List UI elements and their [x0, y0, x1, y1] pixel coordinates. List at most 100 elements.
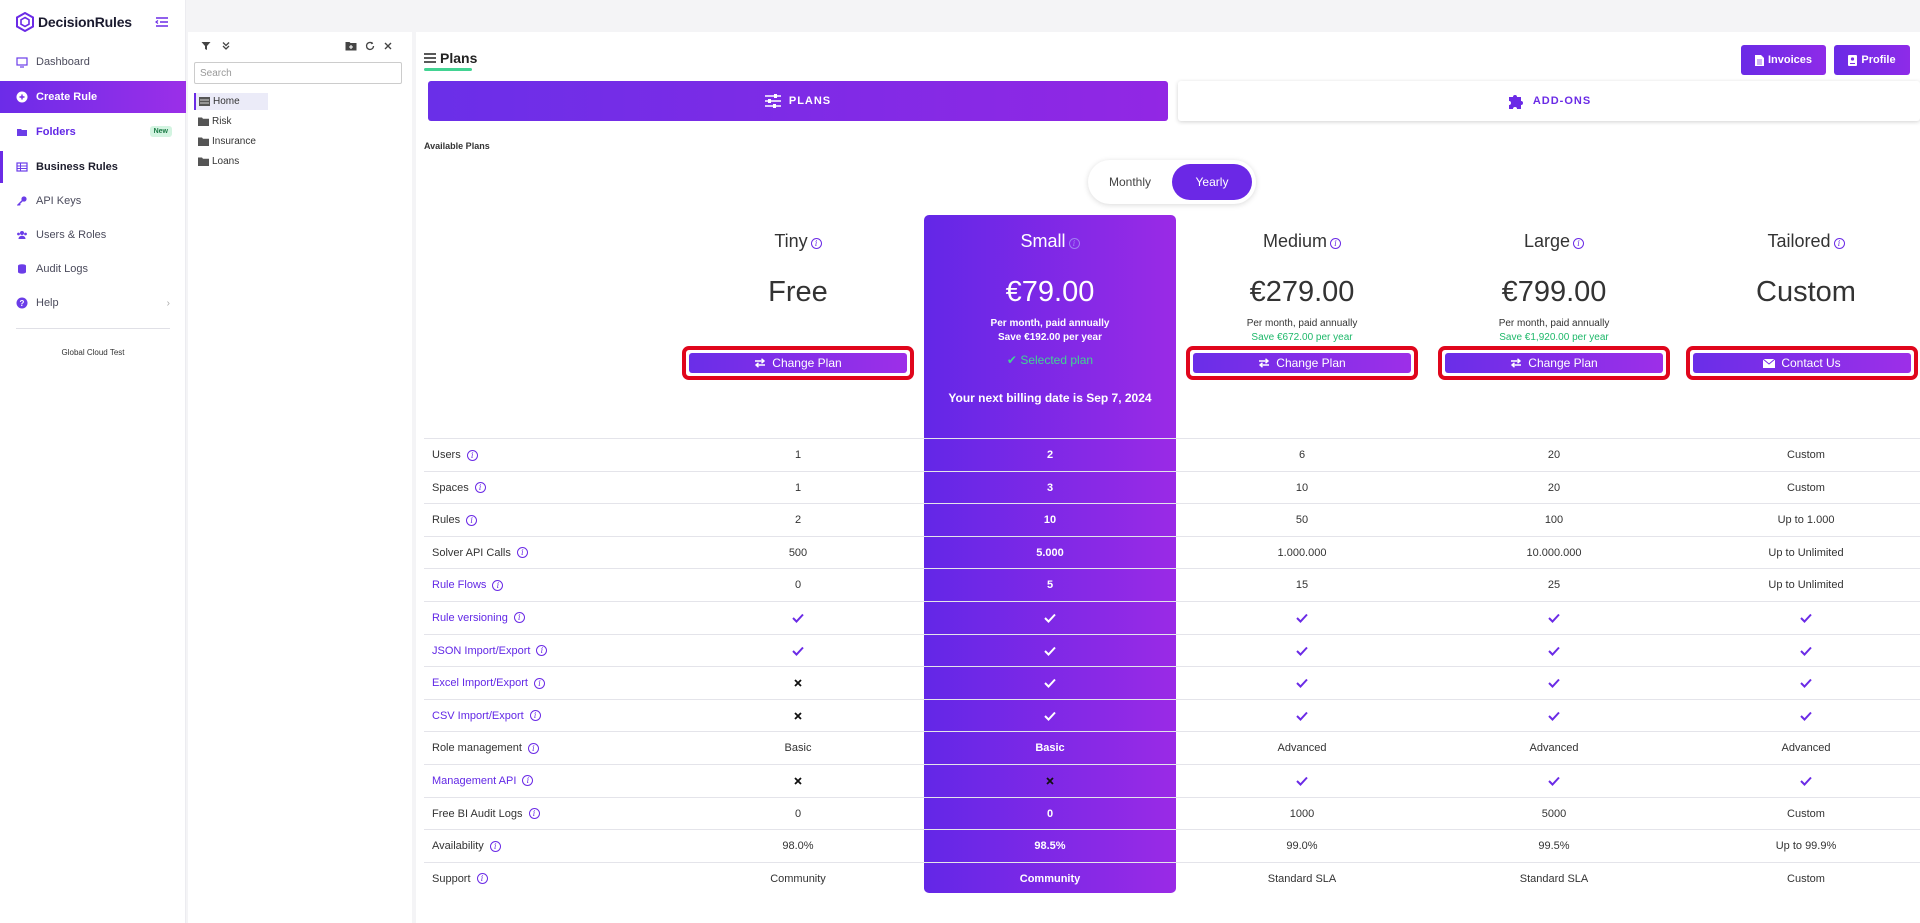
feature-value: Basic — [1035, 742, 1065, 755]
nav-help[interactable]: ? Help › — [0, 287, 186, 319]
tree-item-risk[interactable]: Risk — [194, 113, 231, 130]
selected-plan-label: Selected plan — [1020, 353, 1094, 367]
feature-row: Spaces i 1 3 10 20 Custom — [424, 470, 1920, 504]
profile-button[interactable]: Profile — [1834, 45, 1910, 75]
feature-row: Management API i — [424, 763, 1920, 797]
feature-label[interactable]: JSON Import/Export i — [432, 635, 548, 667]
cross-icon — [924, 765, 1176, 797]
close-icon[interactable] — [382, 40, 394, 52]
feature-label[interactable]: Management API i — [432, 765, 534, 797]
feature-value: Advanced — [1781, 742, 1831, 755]
plan-name-large: Large i — [1428, 231, 1680, 252]
info-icon[interactable]: i — [474, 482, 486, 494]
nav-audit-logs[interactable]: Audit Logs — [0, 253, 186, 285]
feature-value: 1000 — [1289, 807, 1315, 820]
feature-row: Availability i 98.0% 98.5% 99.0% 99.5% Up to 9… — [424, 829, 1920, 862]
info-icon[interactable]: i — [513, 612, 525, 624]
refresh-icon[interactable] — [364, 40, 376, 52]
nav-api-keys[interactable]: API Keys — [0, 185, 186, 217]
feature-value: 6 — [1298, 449, 1306, 461]
feature-value: 10 — [1043, 514, 1057, 527]
folder-icon — [198, 117, 209, 126]
info-icon[interactable]: i — [810, 238, 822, 249]
tree-item-loans[interactable]: Loans — [194, 153, 239, 170]
change-plan-button-large[interactable]: Change Plan — [1445, 353, 1663, 373]
feature-value: 25 — [1547, 579, 1561, 592]
feature-value: Custom — [1787, 872, 1825, 885]
check-icon — [924, 602, 1176, 634]
check-icon — [1428, 602, 1680, 634]
feature-value: 10 — [1295, 481, 1309, 494]
change-plan-button-tiny[interactable]: Change Plan — [689, 353, 907, 373]
feature-label[interactable]: CSV Import/Export i — [432, 700, 541, 732]
check-icon — [924, 667, 1176, 699]
check-icon — [672, 635, 924, 667]
info-icon[interactable]: i — [489, 840, 501, 852]
app-logo[interactable]: DecisionRules — [16, 12, 132, 32]
collapse-menu-icon[interactable] — [154, 14, 170, 30]
info-icon[interactable]: i — [522, 775, 534, 787]
tab-addons-label: ADD-ONS — [1532, 95, 1592, 107]
info-icon[interactable]: i — [1833, 238, 1845, 249]
plan-name-text: Medium — [1262, 231, 1328, 251]
filter-icon[interactable] — [200, 40, 212, 52]
contact-us-button[interactable]: Contact Us — [1693, 353, 1911, 373]
feature-value: 98.5% — [1034, 840, 1066, 853]
nav-create-rule[interactable]: Create Rule — [0, 81, 186, 113]
info-icon[interactable]: i — [536, 645, 548, 657]
new-badge: New — [149, 126, 172, 137]
billing-toggle[interactable]: Monthly Yearly — [1088, 160, 1256, 204]
info-icon[interactable]: i — [1330, 238, 1342, 249]
feature-value: 2 — [1046, 449, 1054, 461]
feature-label[interactable]: Rule Flows i — [432, 569, 504, 601]
tab-plans[interactable]: PLANS — [428, 81, 1168, 121]
toggle-yearly[interactable]: Yearly — [1172, 164, 1252, 200]
check-icon — [1680, 635, 1920, 667]
change-plan-button-medium[interactable]: Change Plan — [1193, 353, 1411, 373]
nav-business-rules[interactable]: Business Rules — [0, 151, 186, 183]
change-plan-highlight: Change Plan — [1438, 346, 1670, 380]
feature-label-text: CSV Import/Export — [432, 709, 524, 722]
feature-comparison-table: Users i 1 2 6 20 Custom Spaces i 1 3 10 20 Custom Rule… — [424, 438, 1920, 894]
page-title: Plans — [424, 50, 477, 66]
tree-item-label: Loans — [212, 156, 240, 167]
main-content: Plans Invoices Profile PLANS ADD-ONS Ava… — [416, 32, 1920, 923]
info-icon[interactable]: i — [528, 808, 540, 820]
check-icon — [1428, 765, 1680, 797]
feature-value: 98.0% — [782, 840, 814, 853]
new-folder-icon[interactable] — [345, 40, 357, 52]
tree-item-home[interactable]: Home — [194, 93, 268, 110]
info-icon[interactable]: i — [533, 677, 545, 689]
info-icon[interactable]: i — [516, 547, 528, 559]
nav-divider — [16, 328, 170, 329]
info-icon[interactable]: i — [529, 710, 541, 722]
feature-label-text: Availability — [432, 840, 484, 853]
feature-label[interactable]: Rule versioning i — [432, 602, 525, 634]
tab-addons[interactable]: ADD-ONS — [1178, 81, 1920, 121]
info-icon[interactable]: i — [1573, 238, 1585, 249]
check-icon — [672, 602, 924, 634]
nav-users-roles[interactable]: Users & Roles — [0, 219, 186, 251]
feature-row: Solver API Calls i 500 5.000 1.000.000 10.000… — [424, 535, 1920, 569]
info-icon[interactable]: i — [466, 514, 478, 526]
feature-value: 0 — [794, 579, 802, 592]
feature-label[interactable]: Excel Import/Export i — [432, 667, 545, 699]
sliders-icon — [764, 94, 781, 108]
database-icon — [16, 263, 28, 275]
nav-label: API Keys — [36, 195, 82, 207]
invoices-button[interactable]: Invoices — [1741, 45, 1826, 75]
tree-item-insurance[interactable]: Insurance — [194, 133, 256, 150]
info-icon[interactable]: i — [476, 873, 488, 885]
info-icon[interactable]: i — [466, 449, 478, 461]
info-icon[interactable]: i — [492, 579, 504, 591]
info-icon[interactable]: i — [527, 742, 539, 754]
feature-label: Role management i — [432, 732, 539, 764]
plan-name-text: Small — [1020, 231, 1066, 251]
tree-search-input[interactable] — [194, 62, 402, 84]
toggle-monthly[interactable]: Monthly — [1090, 164, 1170, 200]
info-icon[interactable]: i — [1068, 238, 1080, 249]
nav-dashboard[interactable]: Dashboard — [0, 46, 186, 78]
feature-label: Rules i — [432, 504, 478, 536]
expand-all-icon[interactable] — [220, 40, 232, 52]
nav-folders[interactable]: Folders New — [0, 116, 186, 148]
